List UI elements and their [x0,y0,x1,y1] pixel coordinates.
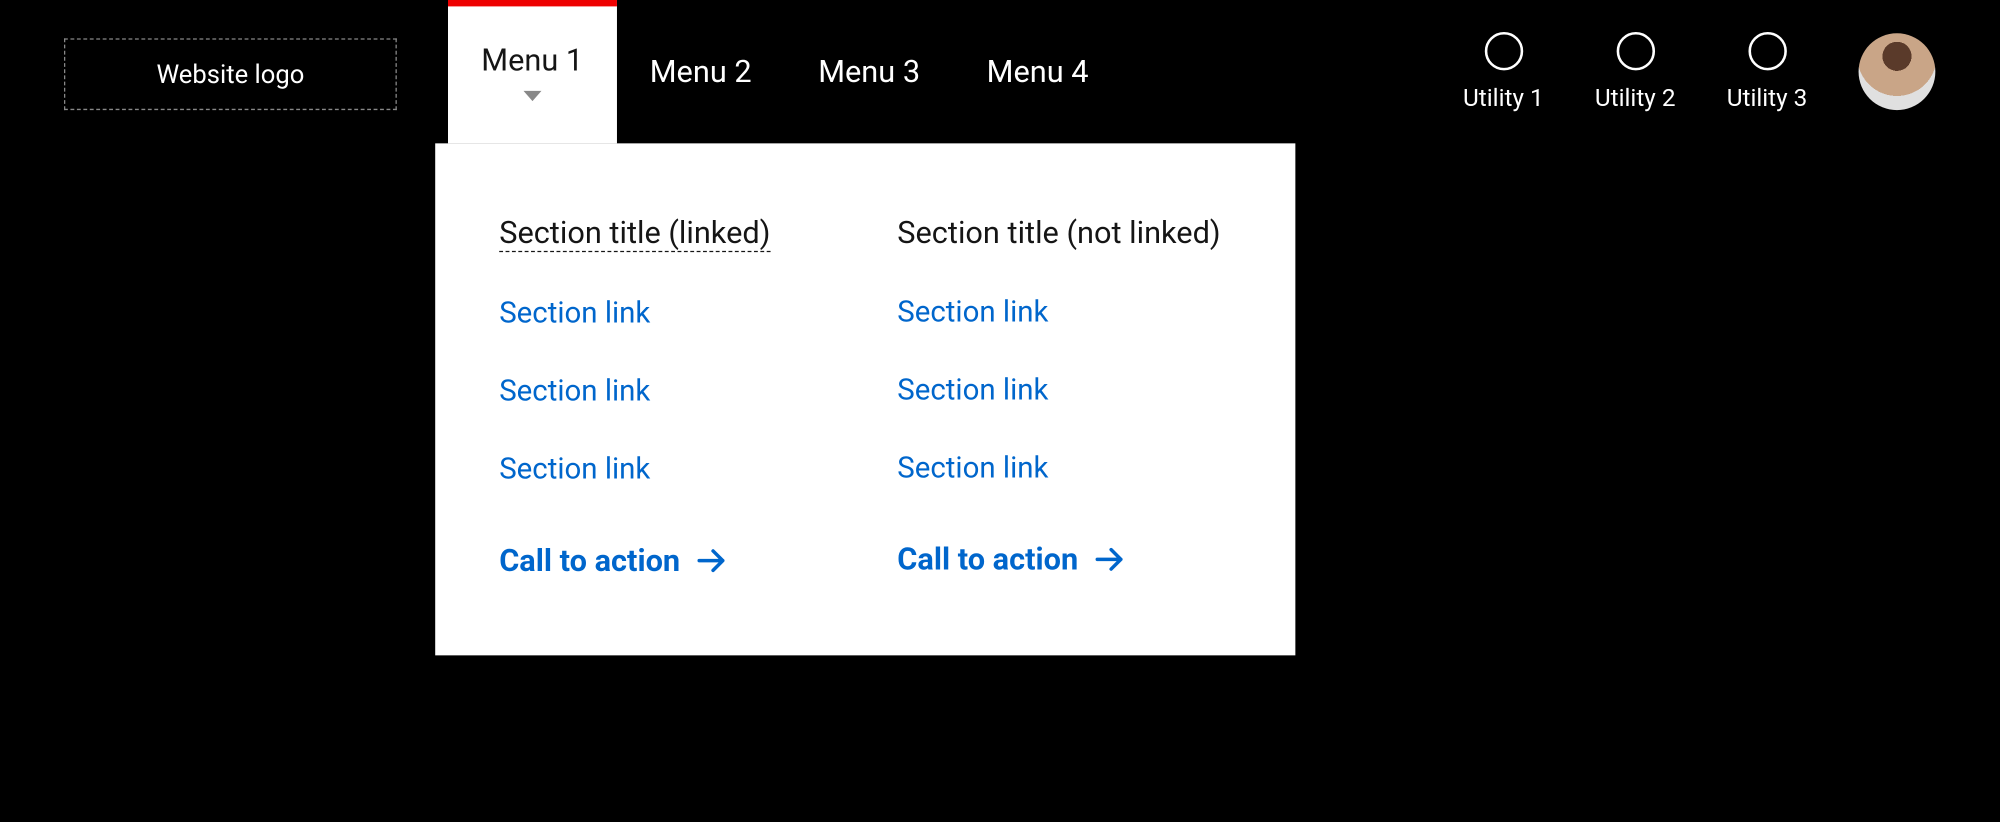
call-to-action[interactable]: Call to action [897,541,1231,577]
utility-1[interactable]: Utility 1 [1463,31,1544,112]
utility-nav: Utility 1 Utility 2 Utility 3 [1463,0,1999,143]
arrow-right-icon [696,544,729,577]
menu-label: Menu 1 [481,42,583,78]
global-header: Website logo Menu 1 Menu 2 Menu 3 Menu 4… [0,0,1999,143]
circle-icon [1748,31,1786,69]
section-link[interactable]: Section link [897,294,1231,329]
menu-item-3[interactable]: Menu 3 [785,0,953,143]
circle-icon [1616,31,1654,69]
arrow-right-icon [1094,543,1127,576]
utility-label: Utility 1 [1463,83,1544,112]
primary-nav: Menu 1 Menu 2 Menu 3 Menu 4 [448,0,1122,143]
utility-label: Utility 2 [1595,83,1676,112]
section-title-linked[interactable]: Section title (linked) [499,215,770,252]
section-link[interactable]: Section link [499,374,833,409]
website-logo[interactable]: Website logo [64,38,397,110]
section-link[interactable]: Section link [499,296,833,331]
utility-2[interactable]: Utility 2 [1595,31,1676,112]
chevron-down-icon [523,91,541,101]
section-link[interactable]: Section link [499,452,833,487]
cta-label: Call to action [499,543,680,579]
utility-3[interactable]: Utility 3 [1727,31,1808,112]
avatar[interactable] [1859,33,1936,110]
menu-label: Menu 4 [987,54,1089,90]
cta-label: Call to action [897,541,1078,577]
menu-item-4[interactable]: Menu 4 [953,0,1121,143]
circle-icon [1484,31,1522,69]
menu-item-1[interactable]: Menu 1 [448,0,616,143]
call-to-action[interactable]: Call to action [499,543,833,579]
section-link[interactable]: Section link [897,372,1231,407]
logo-text: Website logo [156,59,304,90]
dropdown-column-2: Section title (not linked) Section link … [897,215,1231,579]
menu-item-2[interactable]: Menu 2 [616,0,784,143]
menu-label: Menu 2 [650,54,752,90]
section-link[interactable]: Section link [897,451,1231,486]
section-title: Section title (not linked) [897,215,1231,251]
menu-label: Menu 3 [818,54,920,90]
utility-label: Utility 3 [1727,83,1808,112]
dropdown-column-1: Section title (linked) Section link Sect… [499,215,833,579]
menu-dropdown: Section title (linked) Section link Sect… [435,143,1295,655]
